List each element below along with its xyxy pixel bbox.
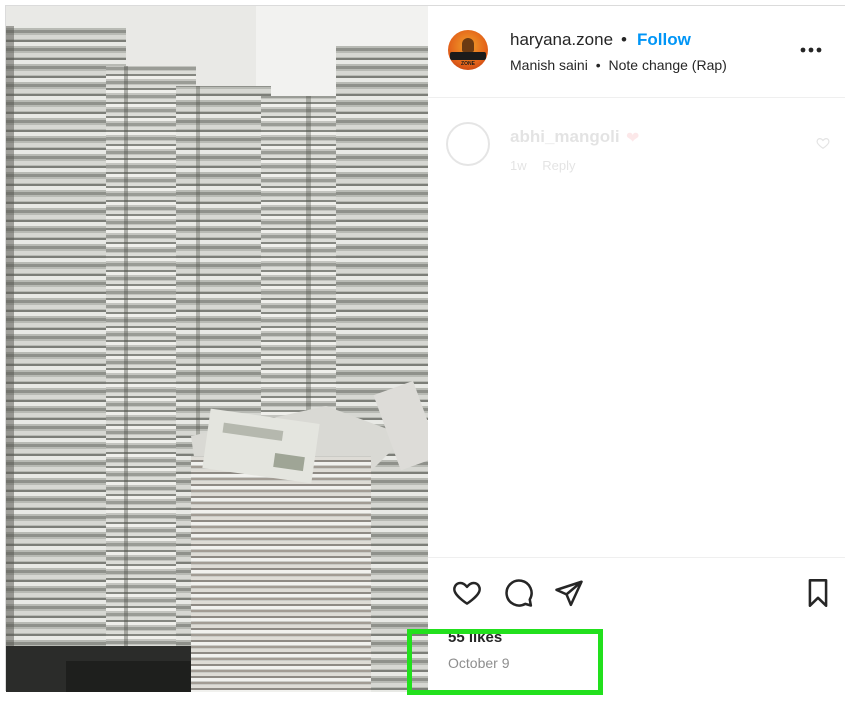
more-horizontal-icon bbox=[800, 47, 822, 53]
heart-icon[interactable] bbox=[452, 578, 482, 608]
comment-meta: 1w Reply bbox=[510, 158, 576, 173]
comment-like-icon[interactable] bbox=[816, 136, 830, 150]
post-header: ZONE haryana.zone • Follow Manish saini … bbox=[428, 6, 845, 98]
post-container: ZONE haryana.zone • Follow Manish saini … bbox=[5, 5, 845, 692]
audio-separator: • bbox=[595, 57, 601, 73]
audio-title[interactable]: Note change (Rap) bbox=[609, 57, 727, 73]
actions-divider bbox=[428, 557, 845, 558]
avatar-band bbox=[450, 52, 486, 60]
post-video-frame bbox=[6, 6, 428, 692]
comment-age: 1w bbox=[510, 158, 527, 173]
post-sidebar: ZONE haryana.zone • Follow Manish saini … bbox=[428, 6, 845, 692]
comment-reply-button[interactable]: Reply bbox=[542, 158, 575, 173]
avatar-figure bbox=[462, 38, 474, 52]
post-media[interactable] bbox=[6, 6, 428, 692]
paper-plane-icon[interactable] bbox=[554, 578, 584, 608]
comment-username[interactable]: abhi_mangoli bbox=[510, 127, 620, 147]
account-username[interactable]: haryana.zone bbox=[510, 30, 613, 50]
avatar-text: ZONE bbox=[461, 61, 475, 67]
account-avatar[interactable]: ZONE bbox=[448, 30, 488, 70]
comment-avatar[interactable] bbox=[446, 122, 490, 166]
follow-button[interactable]: Follow bbox=[637, 30, 691, 50]
audio-info[interactable]: Manish saini • Note change (Rap) bbox=[510, 57, 727, 73]
comment-item: abhi_mangoli ❤ 1w Reply bbox=[428, 114, 845, 184]
comment-icon[interactable] bbox=[504, 578, 534, 608]
heart-emoji-icon: ❤ bbox=[626, 130, 640, 147]
audio-artist[interactable]: Manish saini bbox=[510, 57, 588, 73]
separator-dot: • bbox=[621, 30, 627, 49]
bookmark-icon[interactable] bbox=[804, 578, 832, 608]
more-options-button[interactable] bbox=[798, 40, 824, 60]
highlight-box bbox=[407, 629, 603, 695]
